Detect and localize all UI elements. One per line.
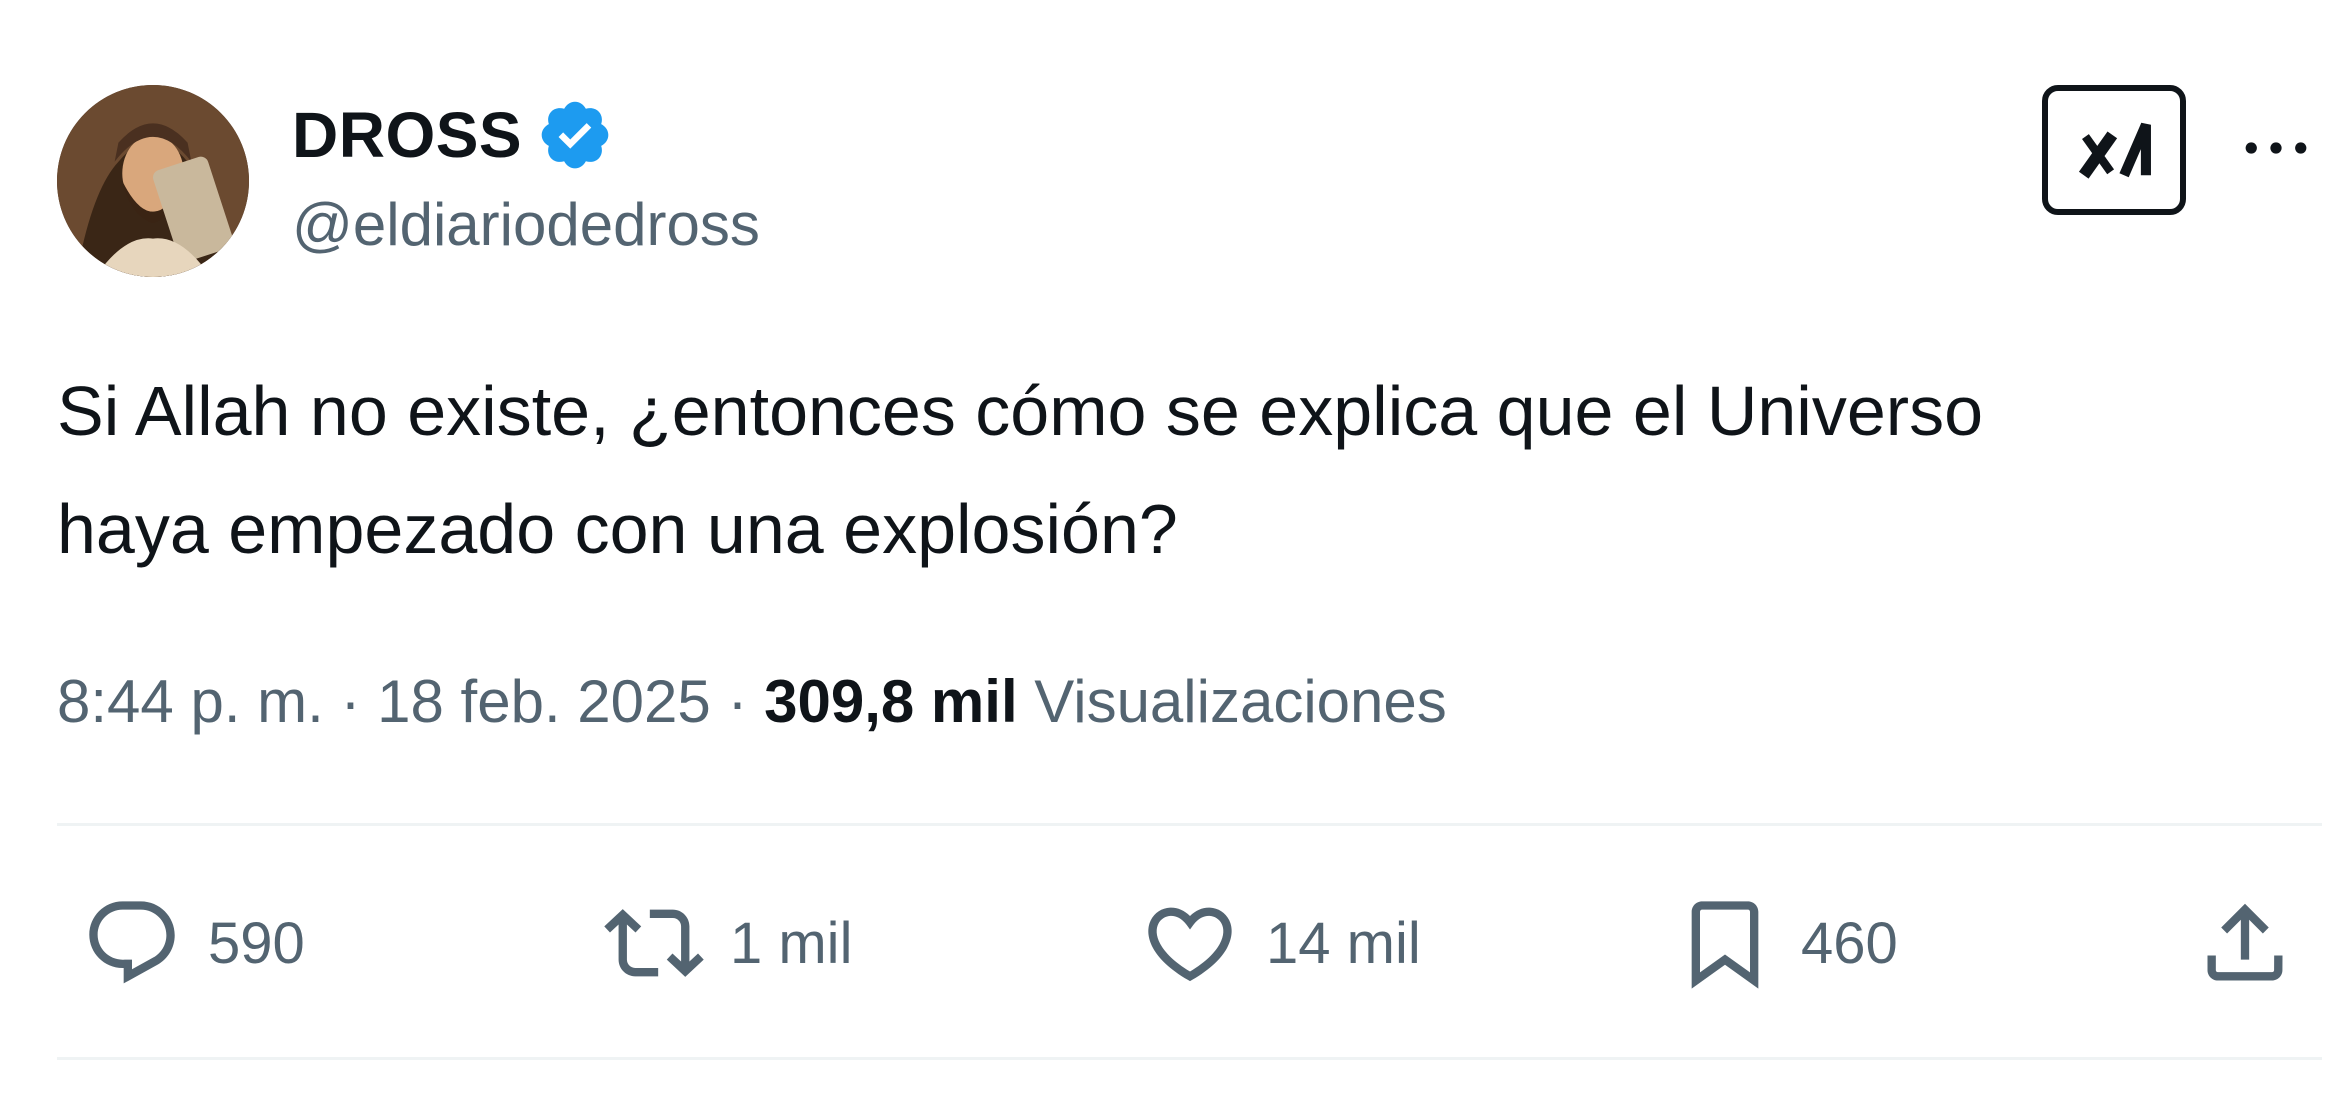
views-count: 309,8 mil [764,668,1018,735]
tweet-meta: 8:44 p. m. · 18 feb. 2025 · 309,8 mil Vi… [57,665,1447,739]
grok-icon [2078,122,2151,179]
reply-count: 590 [208,910,305,976]
more-horizontal-icon [2245,142,2307,154]
retweet-button[interactable]: 1 mil [604,893,852,993]
like-button[interactable]: 14 mil [1140,893,1421,993]
avatar[interactable] [57,85,249,277]
more-options-button[interactable] [2236,118,2316,178]
share-button[interactable] [2195,893,2295,993]
tweet-date[interactable]: 18 feb. 2025 [377,668,711,735]
like-count: 14 mil [1266,910,1421,976]
share-icon [2207,903,2283,981]
bookmark-icon [1691,901,1759,989]
display-name-text: DROSS [292,99,523,171]
tweet-text: Si Allah no existe, ¿entonces cómo se ex… [57,372,1984,568]
tweet-time[interactable]: 8:44 p. m. [57,668,324,735]
reply-button[interactable]: 590 [82,893,305,993]
tweet-card: DROSS @eldiariodedross Si Allah no exist… [0,0,2350,1102]
display-name[interactable]: DROSS [292,96,614,174]
grok-button[interactable] [2042,85,2186,215]
heart-icon [1148,907,1232,982]
meta-separator: · [340,668,361,735]
user-handle[interactable]: @eldiariodedross [292,190,760,260]
reply-icon [89,901,175,984]
views-label: Visualizaciones [1034,668,1447,735]
verified-badge-icon[interactable] [536,96,614,174]
retweet-icon [604,909,704,977]
divider [57,823,2322,826]
bookmark-count: 460 [1801,910,1898,976]
meta-separator: · [727,668,748,735]
avatar-image [57,85,249,277]
bookmark-button[interactable]: 460 [1675,893,1898,993]
divider [57,1057,2322,1060]
retweet-count: 1 mil [730,910,853,976]
